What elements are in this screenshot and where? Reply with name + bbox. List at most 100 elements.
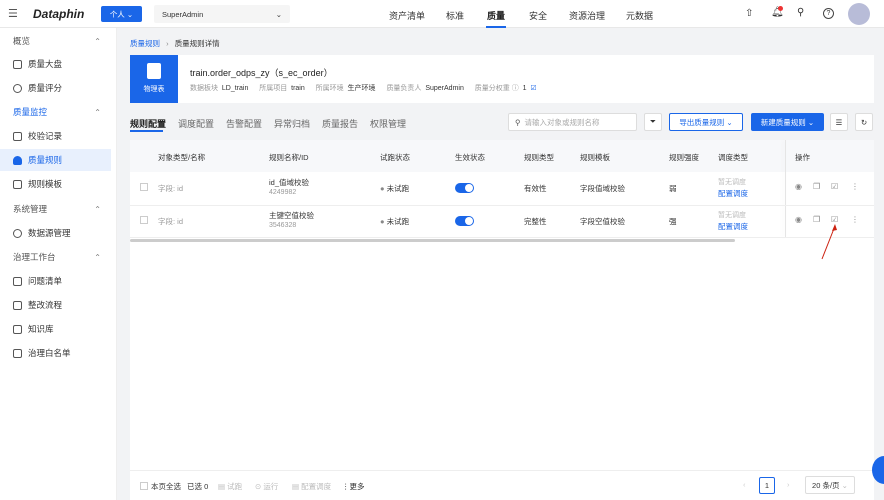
tab-report[interactable]: 质量报告 [322, 117, 358, 130]
flow-icon [13, 300, 22, 310]
trial-status: ● 未试跑 [380, 217, 410, 226]
book-icon [13, 324, 22, 334]
user-select-value: SuperAdmin [162, 9, 204, 19]
table-header [130, 140, 874, 172]
next-page-icon[interactable]: › [787, 480, 790, 489]
notification-dot [778, 6, 783, 11]
sidebar-item-rule-templates[interactable]: 规则模板 [0, 173, 111, 195]
sidebar-label: 校验记录 [28, 131, 63, 141]
edit-icon[interactable]: ☑ [831, 182, 838, 191]
nav-assets[interactable]: 资产清单 [389, 9, 425, 22]
select-all-checkbox[interactable] [140, 482, 148, 490]
export-button[interactable]: 导出质量规则 ⌄ [669, 113, 743, 131]
template-icon [13, 179, 22, 189]
object-name: 字段: id [158, 217, 184, 226]
more-icon[interactable]: ⋮ [851, 182, 859, 191]
sidebar-label: 质量评分 [28, 83, 63, 93]
sidebar-group-workbench[interactable]: 治理工作台 ⌃ [0, 246, 111, 268]
annotation-arrow [821, 224, 837, 260]
upload-icon[interactable]: ⇧ [745, 8, 753, 19]
sidebar-label: 问题清单 [28, 276, 63, 286]
dashboard-icon [13, 59, 22, 69]
sidebar-label: 治理白名单 [28, 348, 71, 358]
run-button[interactable]: ⊙ 运行 [255, 481, 278, 492]
rule-name[interactable]: 主键空值校验 [269, 210, 314, 221]
filter-icon: ⏷ [650, 117, 656, 126]
sidebar-item-score[interactable]: 质量评分 [0, 77, 111, 99]
rule-type: 完整性 [524, 217, 547, 226]
sidebar-label: 系统管理 [13, 204, 48, 214]
tab-permission[interactable]: 权限管理 [370, 117, 406, 130]
enabled-toggle[interactable] [455, 183, 474, 193]
create-rule-button[interactable]: 新建质量规则 ⌄ [751, 113, 824, 131]
nav-governance[interactable]: 资源治理 [569, 9, 605, 22]
help-icon[interactable]: ? [823, 8, 834, 19]
prev-page-icon[interactable]: ‹ [743, 480, 746, 489]
page-size-select[interactable]: 20 条/页 ⌄ [805, 476, 855, 494]
page-1[interactable]: 1 [759, 477, 775, 494]
col-object: 对象类型/名称 [158, 153, 206, 162]
select-all-label[interactable]: 本页全选 [151, 481, 181, 492]
search-input[interactable]: ⚲ 请输入对象或规则名称 [508, 113, 637, 131]
mode-label: 个人 [109, 9, 125, 19]
sidebar-item-whitelist[interactable]: 治理白名单 [0, 342, 111, 364]
avatar[interactable] [848, 3, 870, 25]
col-template: 规则模板 [580, 153, 610, 162]
nav-standard[interactable]: 标准 [446, 9, 464, 22]
sidebar-label: 治理工作台 [13, 252, 56, 262]
row-checkbox[interactable] [140, 183, 148, 191]
nav-quality[interactable]: 质量 [487, 9, 505, 22]
sidebar-item-check-records[interactable]: 校验记录 [0, 125, 111, 147]
chevron-up-icon: ⌃ [94, 36, 101, 46]
wrench-icon[interactable]: ⚲ [797, 7, 804, 18]
more-button[interactable]: ⋮更多 [342, 481, 365, 492]
sidebar-item-knowledge[interactable]: 知识库 [0, 318, 111, 340]
mode-dropdown[interactable]: 个人 ⌄ [101, 6, 142, 22]
list-icon: ☰ [835, 117, 843, 127]
sidebar-item-issues[interactable]: 问题清单 [0, 270, 111, 292]
sidebar-item-rectify[interactable]: 整改流程 [0, 294, 111, 316]
view-icon[interactable]: ◉ [795, 215, 802, 224]
more-icon[interactable]: ⋮ [851, 215, 859, 224]
sidebar-group-system[interactable]: 系统管理 ⌃ [0, 198, 111, 220]
breadcrumb-parent[interactable]: 质量规则 [130, 39, 160, 48]
edit-weight-icon[interactable]: ☑ [530, 85, 536, 92]
tab-alert[interactable]: 告警配置 [226, 117, 262, 130]
sidebar-item-quality-rules[interactable]: 质量规则 [0, 149, 111, 171]
col-rule: 规则名称/ID [269, 153, 309, 162]
menu-icon[interactable]: ☰ [8, 7, 18, 20]
selected-count: 已选 0 [187, 482, 209, 491]
row-checkbox[interactable] [140, 216, 148, 224]
column-settings-button[interactable]: ☰ [830, 113, 848, 131]
config-schedule-link[interactable]: 配置调度 [718, 188, 748, 199]
user-select[interactable]: SuperAdmin ⌄ [154, 5, 290, 23]
filter-button[interactable]: ⏷ [644, 113, 662, 131]
horizontal-scrollbar[interactable] [130, 239, 735, 242]
rule-template: 字段空值校验 [580, 217, 625, 226]
config-schedule-link[interactable]: 配置调度 [718, 221, 748, 232]
enabled-toggle[interactable] [455, 216, 474, 226]
view-icon[interactable]: ◉ [795, 182, 802, 191]
sidebar-label: 整改流程 [28, 300, 63, 310]
tab-exception[interactable]: 异常归档 [274, 117, 310, 130]
schedule-status: 暂无调度 [718, 179, 746, 186]
trial-button[interactable]: ▤ 试跑 [218, 481, 242, 492]
refresh-button[interactable]: ↻ [855, 113, 873, 131]
rule-name[interactable]: id_值域校验 [269, 177, 309, 188]
object-meta: 数据板块 LD_train 所属项目 train 所属环境 生产环境 质量负责人… [190, 85, 537, 92]
nav-security[interactable]: 安全 [529, 9, 547, 22]
sidebar-item-dashboard[interactable]: 质量大盘 [0, 53, 111, 75]
col-actions: 操作 [795, 153, 810, 162]
nav-active-indicator [486, 26, 506, 28]
tab-schedule[interactable]: 调度配置 [178, 117, 214, 130]
nav-metadata[interactable]: 元数据 [626, 9, 653, 22]
col-type: 规则类型 [524, 153, 554, 162]
trial-status: ● 未试跑 [380, 184, 410, 193]
config-schedule-button[interactable]: ▤ 配置调度 [292, 481, 331, 492]
sidebar-group-monitor[interactable]: 质量监控 ⌃ [0, 101, 111, 123]
tab-rule-config[interactable]: 规则配置 [130, 117, 166, 130]
copy-icon[interactable]: ❐ [813, 182, 820, 191]
sidebar-group-overview[interactable]: 概览 ⌃ [0, 30, 111, 52]
score-icon [13, 83, 22, 93]
sidebar-item-datasource[interactable]: 数据源管理 [0, 222, 111, 244]
